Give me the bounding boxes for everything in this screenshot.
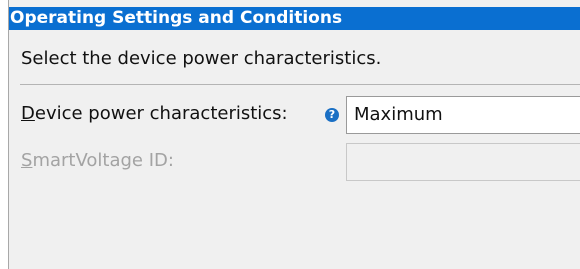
help-icon[interactable]: ? [325, 108, 339, 122]
smartvoltage-id-label-mnemonic: S [21, 150, 33, 171]
device-power-label: Device power characteristics: [21, 103, 288, 124]
smartvoltage-id-label-text: martVoltage ID: [32, 150, 174, 171]
section-description: Select the device power characteristics. [21, 48, 382, 69]
device-power-value: Maximum [354, 104, 443, 125]
section-title: Operating Settings and Conditions [9, 7, 580, 30]
operating-settings-panel: Operating Settings and Conditions Select… [8, 0, 580, 269]
smartvoltage-id-label: SmartVoltage ID: [21, 150, 174, 171]
device-power-label-mnemonic: D [21, 103, 35, 124]
separator [20, 84, 580, 85]
device-power-label-text: evice power characteristics: [34, 103, 288, 124]
smartvoltage-id-input [346, 143, 580, 181]
device-power-dropdown[interactable]: Maximum [346, 96, 580, 134]
